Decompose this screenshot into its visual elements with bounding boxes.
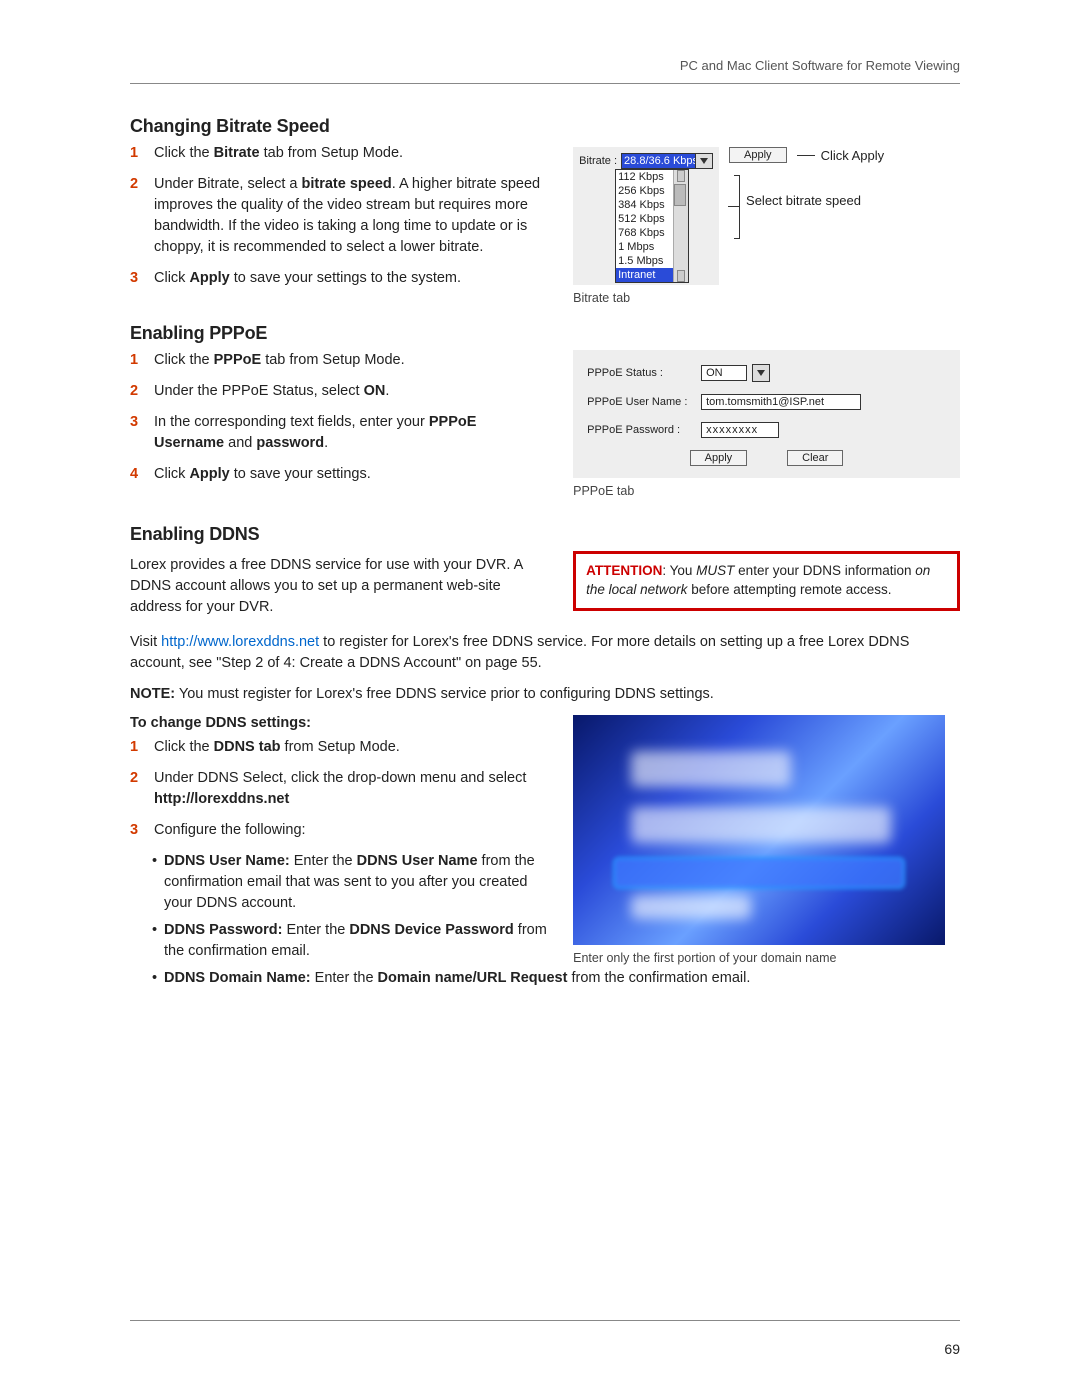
- chevron-down-icon[interactable]: [695, 154, 712, 168]
- heading-pppoe: Enabling PPPoE: [130, 323, 960, 344]
- pppoe-step1: Click the PPPoE tab from Setup Mode.: [154, 350, 405, 371]
- ddns-bullet-username: DDNS User Name: Enter the DDNS User Name…: [152, 851, 549, 914]
- pppoe-user-label: PPPoE User Name :: [587, 396, 695, 408]
- pppoe-pass-label: PPPoE Password :: [587, 424, 695, 436]
- bitrate-step1: Click the Bitrate tab from Setup Mode.: [154, 143, 403, 164]
- scrollbar-thumb[interactable]: [674, 184, 686, 206]
- bitrate-selected: 28.8/36.6 Kbps: [622, 154, 695, 168]
- step-number: 1: [130, 350, 144, 371]
- pppoe-step4: Click Apply to save your settings.: [154, 464, 371, 485]
- page: PC and Mac Client Software for Remote Vi…: [0, 0, 1080, 1397]
- step-number: 1: [130, 737, 144, 758]
- ddns-step2: Under DDNS Select, click the drop-down m…: [154, 768, 549, 810]
- ddns-note: NOTE: You must register for Lorex's free…: [130, 684, 960, 705]
- step-number: 2: [130, 174, 144, 258]
- footer-rule: [130, 1320, 960, 1321]
- step-number: 3: [130, 268, 144, 289]
- step-number: 1: [130, 143, 144, 164]
- header-rule: [130, 83, 960, 84]
- bitrate-step2: Under Bitrate, select a bitrate speed. A…: [154, 174, 549, 258]
- step-number: 3: [130, 820, 144, 841]
- bitrate-combobox[interactable]: 28.8/36.6 Kbps: [621, 153, 713, 169]
- clear-button[interactable]: Clear: [787, 450, 843, 466]
- ddns-img-caption: Enter only the first portion of your dom…: [573, 951, 960, 965]
- pppoe-status-label: PPPoE Status :: [587, 367, 695, 379]
- ddns-bullet-password: DDNS Password: Enter the DDNS Device Pas…: [152, 920, 549, 962]
- scrollbar[interactable]: [673, 170, 688, 282]
- apply-button[interactable]: Apply: [690, 450, 748, 466]
- ddns-intro: Lorex provides a free DDNS service for u…: [130, 555, 549, 618]
- attention-box: ATTENTION: You MUST enter your DDNS info…: [573, 551, 960, 611]
- pppoe-step2: Under the PPPoE Status, select ON.: [154, 381, 389, 402]
- chevron-down-icon[interactable]: [752, 364, 770, 382]
- brace-icon: [729, 175, 740, 239]
- bitrate-caption: Bitrate tab: [573, 291, 960, 305]
- pppoe-widget: PPPoE Status : ON PPPoE User Name : tom.…: [573, 350, 960, 478]
- step-number: 3: [130, 412, 144, 454]
- bitrate-options-list[interactable]: 112 Kbps 256 Kbps 384 Kbps 512 Kbps 768 …: [615, 169, 689, 283]
- ddns-step1: Click the DDNS tab from Setup Mode.: [154, 737, 400, 758]
- lorexddns-link[interactable]: http://www.lorexddns.net: [161, 634, 319, 650]
- bitrate-widget: Bitrate : 28.8/36.6 Kbps 112 Kbps 256 Kb…: [573, 143, 960, 305]
- bitrate-step3: Click Apply to save your settings to the…: [154, 268, 461, 289]
- ddns-bullet-domain: DDNS Domain Name: Enter the Domain name/…: [152, 968, 960, 989]
- ddns-screenshot: [573, 715, 945, 945]
- pppoe-password-input[interactable]: xxxxxxxx: [701, 422, 779, 438]
- heading-ddns: Enabling DDNS: [130, 524, 960, 545]
- step-number: 2: [130, 768, 144, 810]
- pppoe-status-select[interactable]: ON: [701, 365, 747, 381]
- ddns-visit: Visit http://www.lorexddns.net to regist…: [130, 632, 960, 674]
- heading-bitrate: Changing Bitrate Speed: [130, 116, 960, 137]
- bitrate-label: Bitrate :: [579, 155, 617, 167]
- pppoe-step3: In the corresponding text fields, enter …: [154, 412, 549, 454]
- callout-select-bitrate: Select bitrate speed: [746, 171, 861, 208]
- callout-apply: Click Apply: [797, 148, 885, 163]
- ddns-step3: Configure the following:: [154, 820, 306, 841]
- pppoe-username-input[interactable]: tom.tomsmith1@ISP.net: [701, 394, 861, 410]
- page-header-title: PC and Mac Client Software for Remote Vi…: [130, 58, 960, 73]
- pppoe-caption: PPPoE tab: [573, 484, 960, 498]
- ddns-change-heading: To change DDNS settings:: [130, 715, 549, 731]
- apply-button[interactable]: Apply: [729, 147, 787, 163]
- page-number: 69: [944, 1341, 960, 1357]
- step-number: 2: [130, 381, 144, 402]
- step-number: 4: [130, 464, 144, 485]
